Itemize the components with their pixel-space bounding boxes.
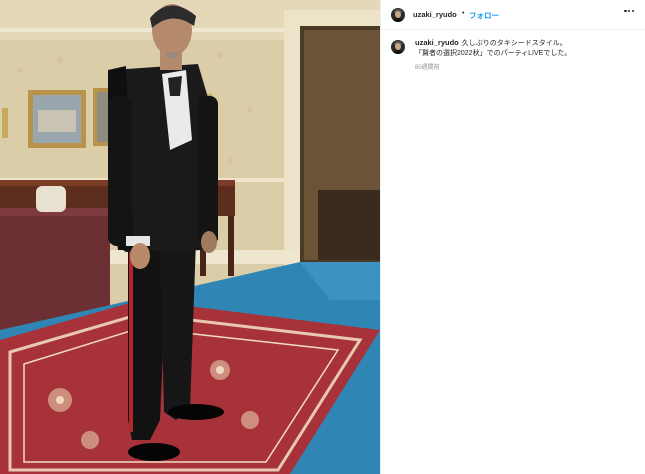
caption-avatar[interactable] <box>391 40 405 54</box>
follow-button[interactable]: フォロー <box>469 10 499 21</box>
caption-line-2: 「賢者の選択2022秋」でのパーティLIVEでした。 <box>415 49 572 57</box>
post-photo[interactable] <box>0 0 380 474</box>
post-header: uzaki_ryudo • フォロー <box>381 0 645 30</box>
caption-username[interactable]: uzaki_ryudo <box>415 38 459 47</box>
more-horizontal-icon[interactable] <box>624 10 634 13</box>
caption-line-1: 久しぶりのタキシードスタイル。 <box>461 40 567 47</box>
avatar[interactable] <box>391 8 405 22</box>
caption-text: uzaki_ryudo 久しぶりのタキシードスタイル。 「賢者の選択2022秋」で… <box>415 38 635 58</box>
separator-dot: • <box>462 10 465 17</box>
username-link[interactable]: uzaki_ryudo <box>413 10 457 19</box>
photo-scene <box>0 0 380 474</box>
post-sidebar: uzaki_ryudo • フォロー uzaki_ryudo 久しぶりのタキシード… <box>380 0 645 474</box>
post-timestamp[interactable]: 80週間前 <box>415 62 440 71</box>
